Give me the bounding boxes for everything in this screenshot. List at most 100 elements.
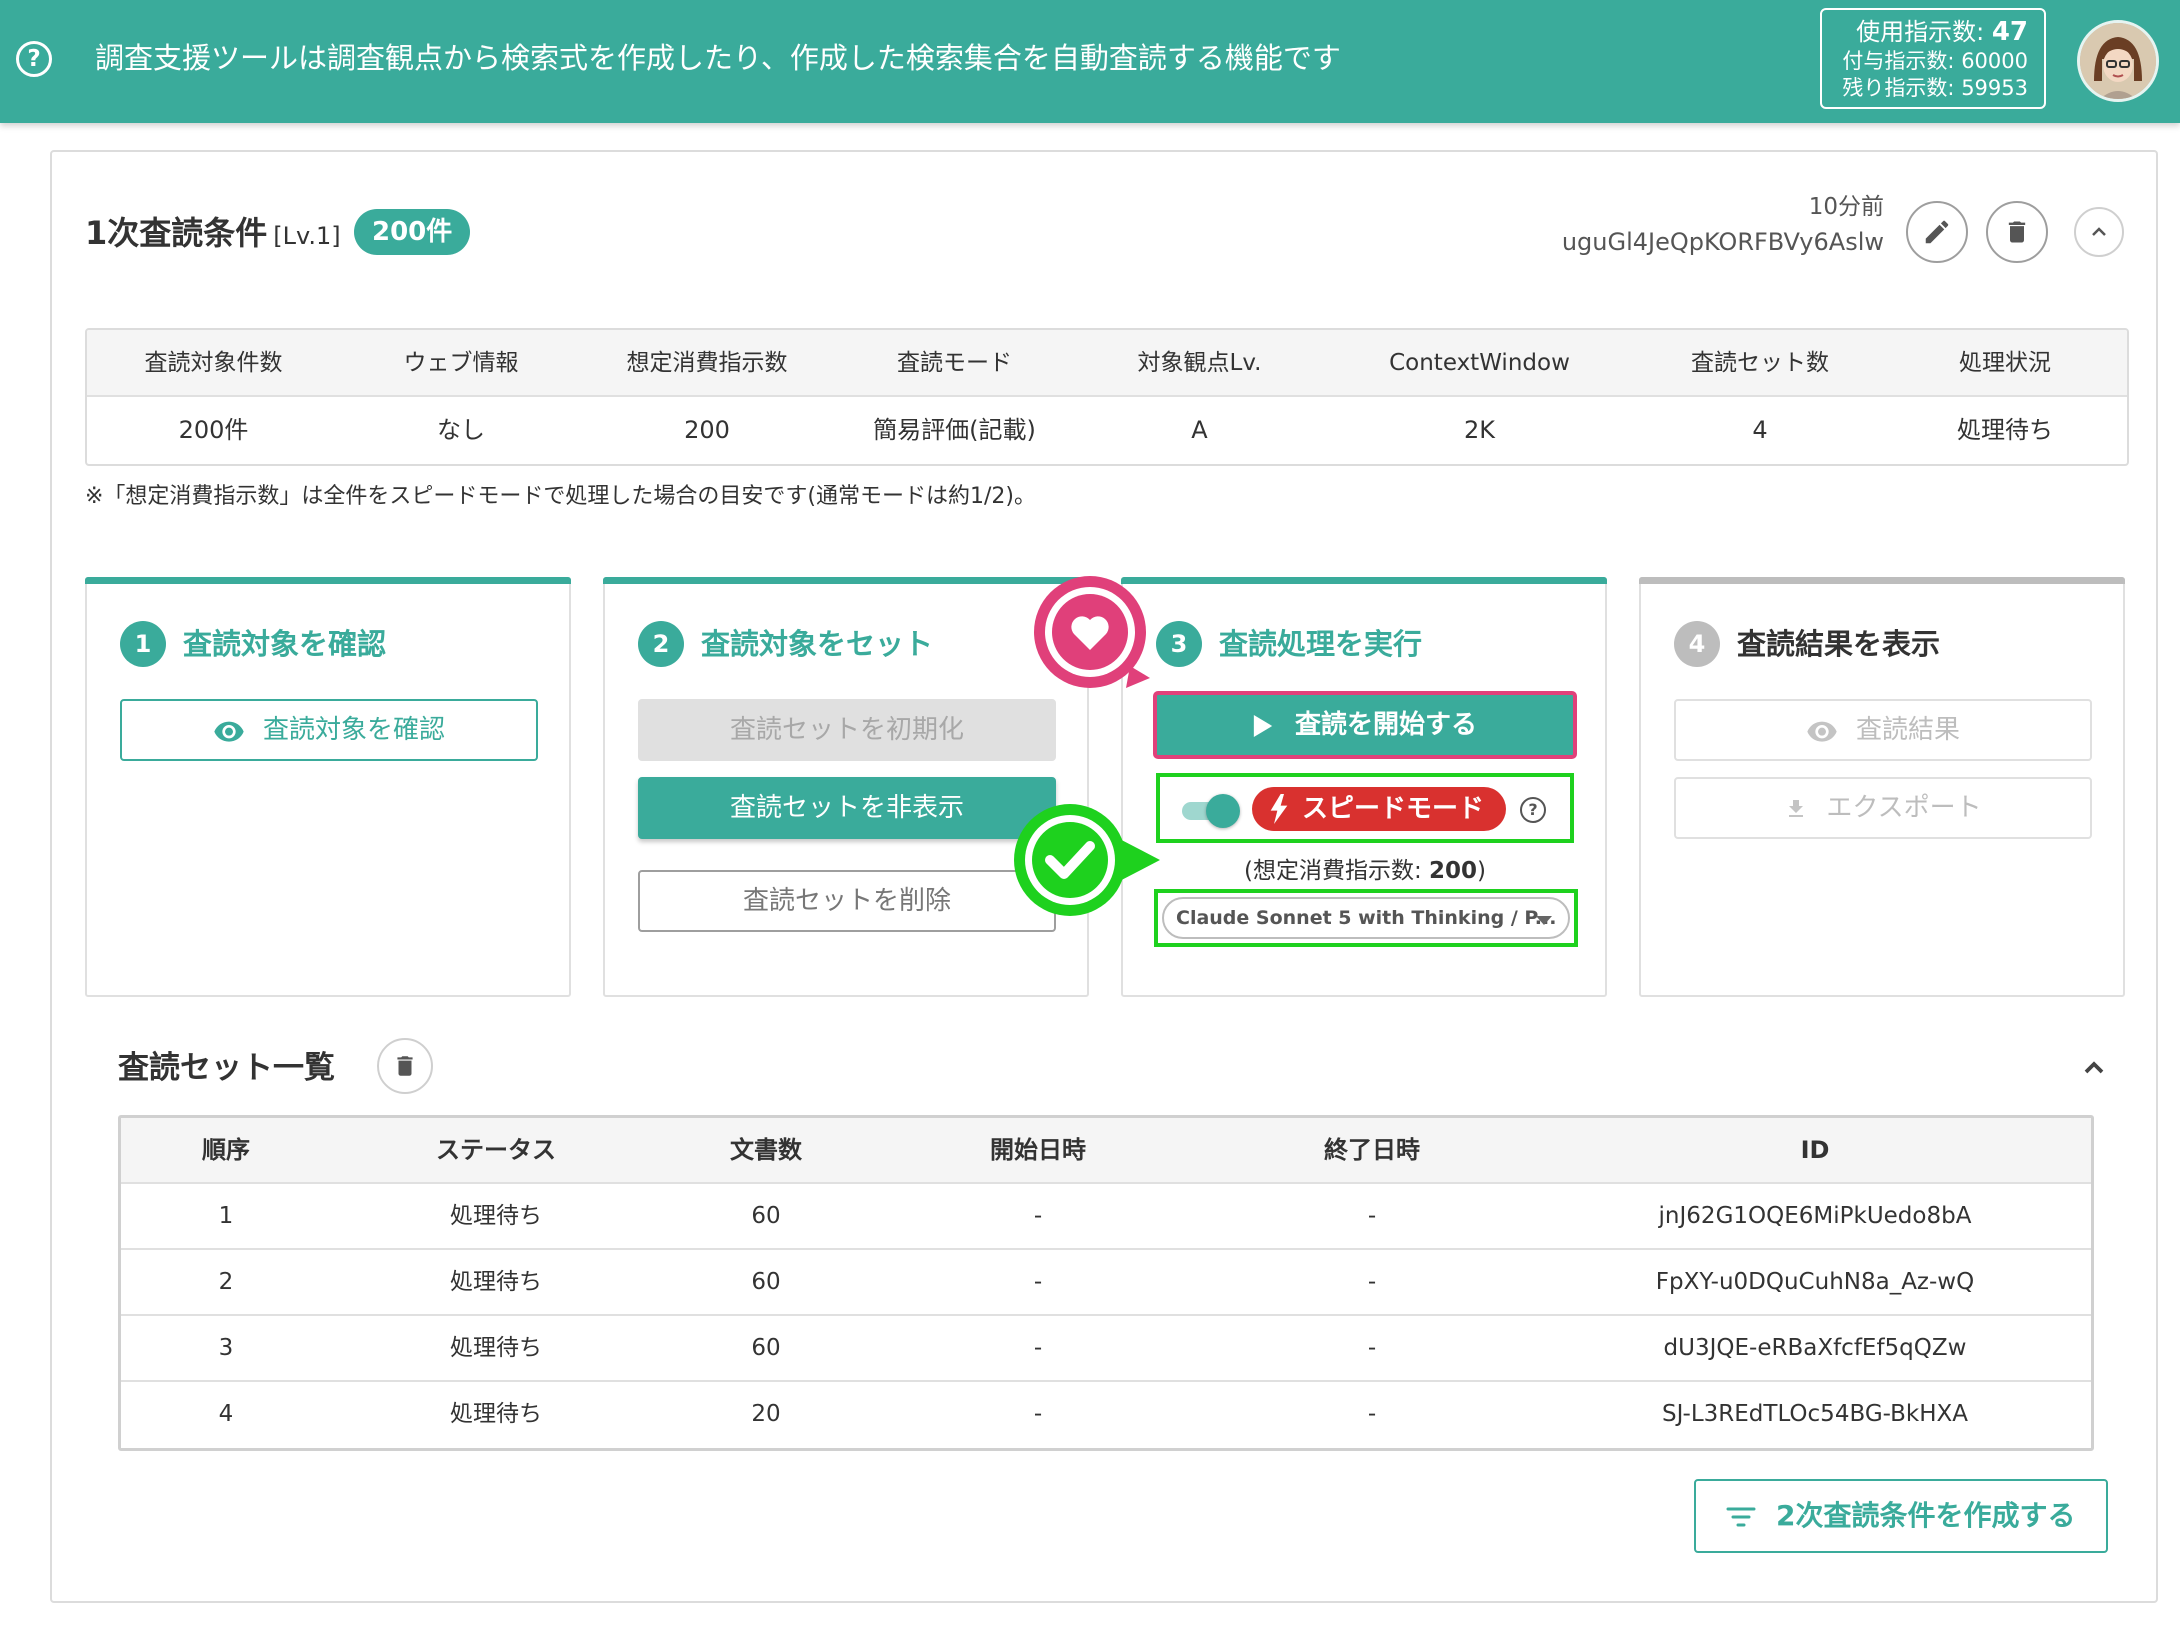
step-1-card: 1 査読対象を確認 査読対象を確認 (85, 577, 571, 997)
cell-status: 処理待ち (450, 1269, 542, 1295)
init-set-button[interactable]: 査読セットを初期化 (638, 699, 1056, 761)
summary-header: 想定消費指示数 (626, 350, 788, 376)
column-header: 開始日時 (990, 1136, 1086, 1164)
estimate-close: ) (1477, 858, 1487, 884)
condition-id: uguGl4JeQpKORFBVy6Aslw (1561, 228, 1884, 256)
speed-mode-chip: スピードモード (1252, 787, 1506, 831)
summary-value: 簡易評価(記載) (873, 416, 1036, 444)
download-icon (1789, 799, 1804, 817)
export-button[interactable]: エクスポート (1674, 777, 2092, 839)
heart-marker (1030, 570, 1180, 720)
view-targets-label: 査読対象を確認 (262, 715, 445, 745)
check-marker (1010, 800, 1180, 930)
speed-mode-label: スピードモード (1302, 794, 1485, 824)
cell-doc-count: 60 (751, 1203, 781, 1229)
cell-start: - (1033, 1203, 1043, 1229)
cell-id: FpXY-u0DQuCuhN8a_Az-wQ (1655, 1269, 1975, 1295)
export-label: エクスポート (1826, 793, 1982, 823)
granted-value: 60000 (1961, 49, 2028, 73)
create-secondary-condition-button[interactable]: 2次査読条件を作成する (1694, 1479, 2108, 1553)
view-results-label: 査読結果 (1855, 715, 1960, 745)
cell-start: - (1033, 1269, 1043, 1295)
view-results-button[interactable]: 査読結果 (1674, 699, 2092, 761)
column-header: 順序 (202, 1136, 250, 1164)
usage-label: 使用指示数: (1856, 18, 1985, 46)
cell-id: jnJ62G1OQE6MiPkUedo8bA (1658, 1203, 1972, 1229)
chevron-up-icon (2092, 227, 2106, 236)
collapse-button[interactable] (2074, 207, 2124, 257)
start-review-label: 査読を開始する (1294, 710, 1477, 740)
help-icon[interactable]: ? (16, 41, 52, 77)
step-accent-bar (1639, 577, 2125, 584)
summary-header: 査読対象件数 (144, 350, 283, 376)
bolt-icon (1270, 794, 1288, 824)
cell-status: 処理待ち (450, 1401, 542, 1427)
cell-end: - (1367, 1401, 1377, 1427)
model-select[interactable]: Claude Sonnet 5 with Thinking / P... (1162, 897, 1570, 939)
remaining-value: 59953 (1961, 76, 2028, 100)
delete-icon (2008, 221, 2026, 243)
review-sets-title: 査読セット一覧 (118, 1050, 335, 1086)
summary-value: なし (437, 416, 485, 444)
cell-status: 処理待ち (450, 1335, 542, 1361)
help-icon[interactable]: ? (1520, 797, 1546, 823)
summary-header: ウェブ情報 (403, 350, 519, 376)
usage-counter: 使用指示数: 47 付与指示数: 60000 残り指示数: 59953 (1820, 8, 2046, 109)
view-targets-button[interactable]: 査読対象を確認 (120, 699, 538, 761)
granted-label: 付与指示数: (1842, 49, 1955, 73)
user-avatar[interactable] (2077, 20, 2159, 102)
estimate-value: 200 (1429, 858, 1478, 884)
summary-value: A (1191, 416, 1208, 444)
summary-header: 査読モード (897, 350, 1012, 376)
condition-title-text: 1次査読条件 (85, 214, 268, 252)
cell-start: - (1033, 1335, 1043, 1361)
summary-header: 処理状況 (1959, 350, 2051, 376)
cell-doc-count: 60 (751, 1335, 781, 1361)
estimate-label: (想定消費指示数: (1243, 858, 1430, 884)
edit-button[interactable] (1906, 201, 1968, 263)
step-3-card: 3 査読処理を実行 査読を開始する スピードモード ? (想定消費指示数: 20… (1121, 577, 1607, 997)
chevron-up-icon (2084, 1061, 2104, 1074)
table-row: 1 処理待ち 60 - - jnJ62G1OQE6MiPkUedo8bA (121, 1184, 2091, 1250)
collapse-sets-button[interactable] (2078, 1052, 2110, 1088)
cell-id: SJ-L3REdTLOc54BG-BkHXA (1661, 1401, 1969, 1427)
review-condition-card: 1次査読条件 [Lv.1] 200件 10分前 uguGl4JeQpKORFBVy… (50, 150, 2158, 1603)
filter-icon (1726, 1507, 1756, 1527)
eye-icon (1807, 721, 1837, 742)
table-row: 2 処理待ち 60 - - FpXY-u0DQuCuhN8a_Az-wQ (121, 1250, 2091, 1316)
hide-set-button[interactable]: 査読セットを非表示 (638, 777, 1056, 839)
summary-value: 4 (1752, 416, 1768, 444)
remaining-label: 残り指示数: (1842, 76, 1955, 100)
delete-condition-button[interactable] (1986, 201, 2048, 263)
condition-title: 1次査読条件 [Lv.1] (85, 208, 341, 254)
summary-header: 査読セット数 (1691, 350, 1829, 376)
column-header: ID (1800, 1136, 1830, 1164)
usage-value: 47 (1991, 17, 2028, 47)
speed-mode-toggle-knob[interactable] (1206, 794, 1240, 828)
cell-end: - (1367, 1269, 1377, 1295)
cell-end: - (1367, 1203, 1377, 1229)
edit-icon (1925, 220, 1949, 244)
delete-set-button[interactable]: 査読セットを削除 (638, 870, 1056, 932)
step-number: 1 (120, 621, 166, 667)
cell-end: - (1367, 1335, 1377, 1361)
column-header: 終了日時 (1324, 1136, 1420, 1164)
create-secondary-label: 2次査読条件を作成する (1776, 1499, 2076, 1532)
summary-table: 査読対象件数 ウェブ情報 想定消費指示数 査読モード 対象観点Lv. Conte… (85, 328, 2129, 466)
count-badge: 200件 (354, 209, 471, 255)
column-header: 文書数 (730, 1136, 802, 1164)
step-title: 査読結果を表示 (1737, 627, 1941, 661)
summary-value: 200件 (178, 416, 249, 444)
eye-icon (214, 721, 244, 742)
step-accent-bar (603, 577, 1089, 584)
model-selected-label: Claude Sonnet 5 with Thinking / P... (1176, 907, 1557, 929)
delete-all-sets-button[interactable] (377, 1038, 433, 1094)
start-review-button[interactable]: 査読を開始する (1153, 691, 1577, 759)
cell-id: dU3JQE-eRBaXfcfEf5qQZw (1663, 1335, 1967, 1361)
chevron-down-icon (1536, 916, 1552, 925)
cell-doc-count: 60 (751, 1269, 781, 1295)
cell-order: 1 (218, 1203, 234, 1229)
summary-value: 200 (684, 416, 730, 444)
cell-status: 処理待ち (450, 1203, 542, 1229)
step-4-card: 4 査読結果を表示 査読結果 エクスポート (1639, 577, 2125, 997)
